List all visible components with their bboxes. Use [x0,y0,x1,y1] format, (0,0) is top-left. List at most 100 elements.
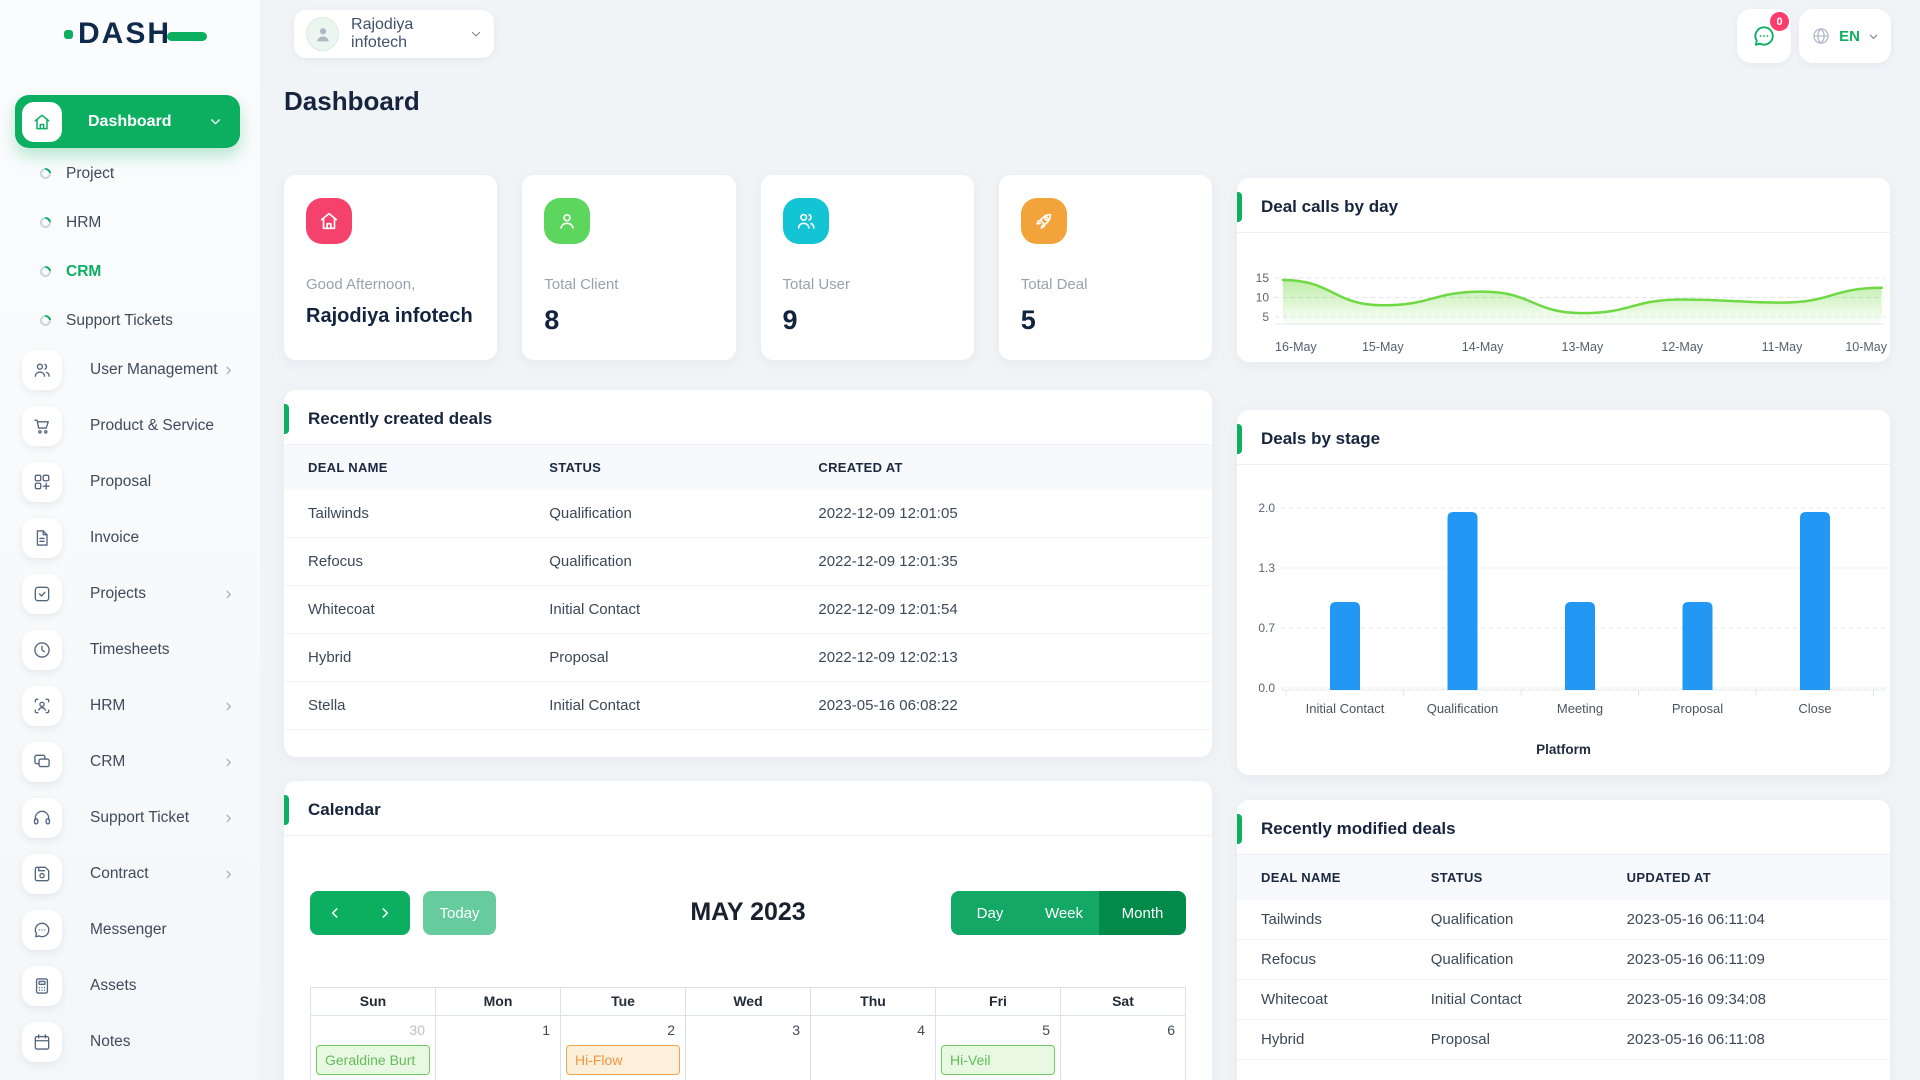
svg-text:0.7: 0.7 [1258,621,1275,635]
svg-text:16-May: 16-May [1275,340,1317,354]
sidebar-item-user-management[interactable]: User Management [0,342,260,398]
users-icon [782,198,829,244]
svg-text:5: 5 [1262,310,1269,324]
sidebar: DASH Dashboard Project HRM CRM Support T… [0,0,260,1080]
svg-text:Qualification: Qualification [1427,701,1499,716]
sidebar-menu: User Management Product & Service Propos… [0,342,260,1070]
chevron-right-icon [223,869,234,880]
stat-label: Total Deal [1020,276,1088,293]
chevron-right-icon [223,757,234,768]
deals-by-stage-card: Deals by stage 0.0 0.7 1.3 2.0 Initial Conta… [1237,410,1890,775]
clock-icon [22,630,62,670]
table-row[interactable]: Hybrid Proposal 2023-05-16 06:11:08 [1237,1019,1890,1060]
sidebar-item-support-ticket[interactable]: Support Ticket [0,790,260,846]
sidebar-item-timesheets[interactable]: Timesheets [0,622,260,678]
table-row[interactable]: Tailwinds Qualification 2022-12-09 12:01:0… [284,490,1212,538]
messages-button[interactable]: 0 [1737,9,1791,63]
chevron-right-icon [223,701,234,712]
table-row[interactable]: Whitecoat Initial Contact 2022-12-09 12:01… [284,585,1212,634]
table-row[interactable]: Whitecoat Initial Contact 2023-05-16 09:34… [1237,979,1890,1020]
table-row[interactable]: Refocus Qualification 2023-05-16 06:11:09 [1237,939,1890,980]
sidebar-item-crm[interactable]: CRM [0,734,260,790]
sidebar-item-dashboard[interactable]: Dashboard [15,95,240,148]
sidebar-item-assets[interactable]: Assets [0,958,260,1014]
calendar-day-cell[interactable]: 1 [436,1016,561,1080]
chevron-right-icon [223,365,234,376]
card-title: Calendar [284,781,1212,836]
calendar-day-cell[interactable]: 3 [686,1016,811,1080]
workspace-selector[interactable]: Rajodiya infotech [294,10,494,58]
calendar-day-cell[interactable]: 2 Hi-Flow [561,1016,686,1080]
calendar-day-cell[interactable]: 4 [811,1016,936,1080]
calendar-day-cell[interactable]: 5 Hi-Veil [936,1016,1061,1080]
calendar-event[interactable]: Hi-Veil [941,1045,1055,1075]
home-icon [306,198,352,244]
calendar-event[interactable]: Geraldine Burt [316,1045,430,1075]
table-row[interactable]: Refocus Qualification 2022-12-09 12:01:35 [284,537,1212,586]
rocket-icon [1020,198,1067,244]
col-status: STATUS [525,445,795,490]
sidebar-item-support-tickets[interactable]: Support Tickets [0,296,260,345]
table-header-row: DEAL NAME STATUS UPDATED AT [1237,855,1890,900]
chevron-right-icon [223,813,234,824]
sidebar-item-project[interactable]: Project [0,149,260,198]
date-number: 6 [1167,1022,1175,1038]
home-icon [22,101,62,142]
svg-text:2.0: 2.0 [1258,501,1275,515]
stat-card-greeting: Good Afternoon, Rajodiya infotech [284,175,498,360]
sidebar-item-proposal[interactable]: Proposal [0,454,260,510]
sidebar-item-crm-sub[interactable]: CRM [0,247,260,296]
svg-text:Meeting: Meeting [1557,701,1603,716]
sidebar-item-invoice[interactable]: Invoice [0,510,260,566]
modified-deals-table: DEAL NAME STATUS UPDATED AT Tailwinds Qua… [1237,855,1890,1060]
stat-value: 8 [544,305,560,335]
calculator-icon [22,966,62,1006]
globe-icon [1811,26,1831,46]
card-title: Deal calls by day [1237,178,1890,233]
language-selector[interactable]: EN [1799,9,1891,63]
created-deals-table: DEAL NAME STATUS CREATED AT Tailwinds Qua… [284,445,1212,730]
copy-cards-icon [22,742,62,782]
sidebar-item-notes[interactable]: Notes [0,1014,260,1070]
stat-label: Total Client [544,276,619,293]
svg-text:15: 15 [1256,271,1270,285]
svg-text:Close: Close [1798,701,1831,716]
calendar-view-week[interactable]: Week [1029,891,1099,935]
svg-text:13-May: 13-May [1562,340,1604,354]
chat-icon [22,910,62,950]
svg-text:1.3: 1.3 [1258,561,1275,575]
chart-x-axis-label: Platform [1536,742,1591,757]
dashboard-submenu: Project HRM CRM Support Tickets [0,149,260,345]
card-title: Deals by stage [1237,410,1890,465]
calendar-event[interactable]: Hi-Flow [566,1045,680,1075]
svg-text:10: 10 [1256,291,1270,305]
calendar-view-month[interactable]: Month [1099,891,1186,935]
svg-text:Initial Contact: Initial Contact [1306,701,1385,716]
workspace-name: Rajodiya infotech [351,16,414,51]
sidebar-item-messenger[interactable]: Messenger [0,902,260,958]
col-status: STATUS [1406,855,1603,900]
logo-dash-icon [167,31,208,41]
table-row[interactable]: Hybrid Proposal 2022-12-09 12:02:13 [284,633,1212,682]
page-title: Dashboard [284,86,420,116]
calendar-day-cell[interactable]: 30 Geraldine Burt [311,1016,436,1080]
users-icon [22,350,62,390]
sidebar-item-hrm-sub[interactable]: HRM [0,198,260,247]
user-scan-icon [22,686,62,726]
sidebar-item-hrm[interactable]: HRM [0,678,260,734]
svg-text:12-May: 12-May [1661,340,1703,354]
calendar-view-day[interactable]: Day [951,891,1029,935]
weekday-header: Mon [436,987,561,1016]
card-title: Recently created deals [284,390,1212,445]
table-row[interactable]: Tailwinds Qualification 2023-05-16 06:11:0… [1237,900,1890,940]
sidebar-item-product-service[interactable]: Product & Service [0,398,260,454]
app-logo[interactable]: DASH [64,16,208,52]
stat-cards: Good Afternoon, Rajodiya infotech Total … [284,175,1212,360]
file-icon [22,518,62,558]
calendar-day-cell[interactable]: 6 [1061,1016,1186,1080]
sidebar-item-projects[interactable]: Projects [0,566,260,622]
deal-calls-chart: 15 10 5 16-May 15-May 14-May 13-May 12-May 11-Ma… [1256,271,1888,354]
sidebar-item-contract[interactable]: Contract [0,846,260,902]
stat-card-total-client: Total Client 8 [522,175,736,360]
table-row[interactable]: Stella Initial Contact 2023-05-16 06:08:22 [284,681,1212,730]
